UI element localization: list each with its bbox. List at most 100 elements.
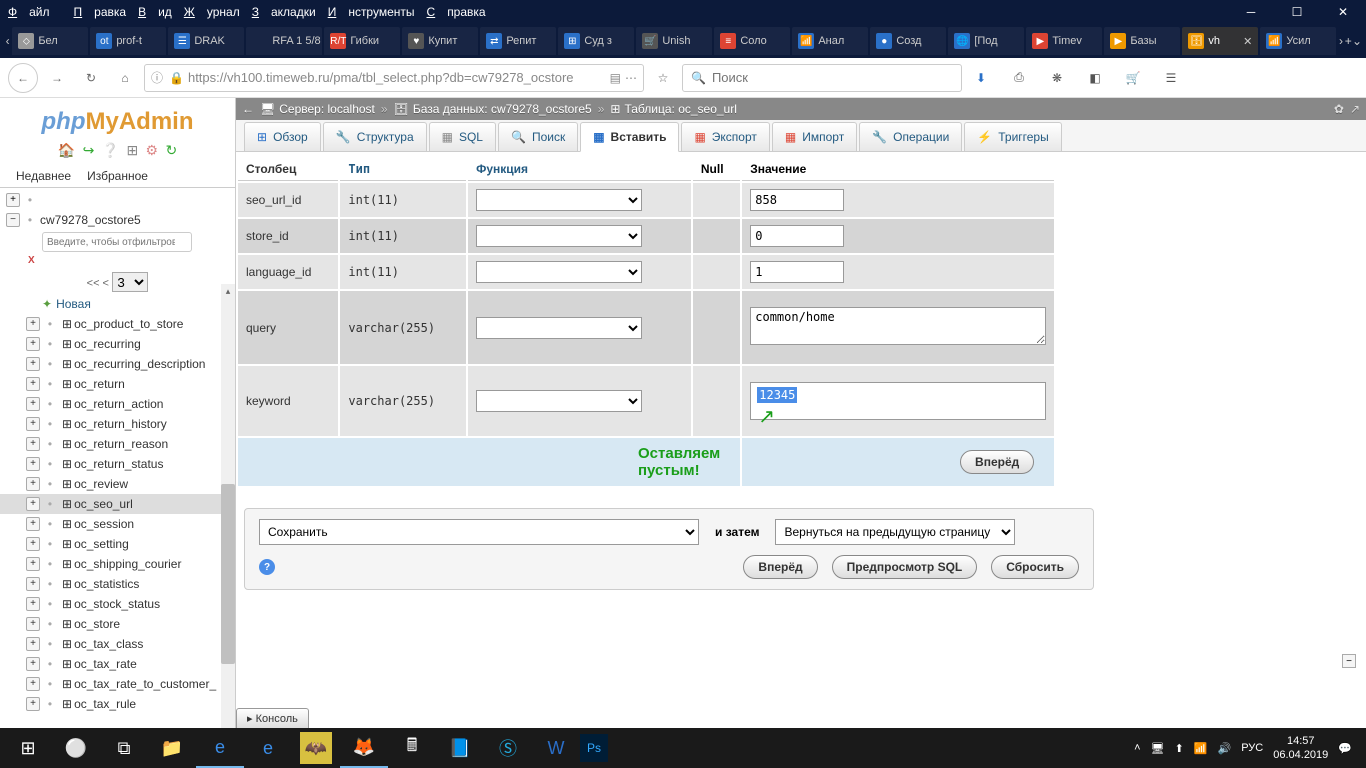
home-icon[interactable]: 🏠 xyxy=(58,142,75,159)
save-action-select[interactable]: Сохранить xyxy=(259,519,699,545)
sidebar-table-item[interactable]: +•⊞oc_tax_rate_to_customer_ xyxy=(0,674,235,694)
bc-server-value[interactable]: localhost xyxy=(328,102,375,116)
preview-sql-button[interactable]: Предпросмотр SQL xyxy=(832,555,978,579)
plus-icon[interactable]: + xyxy=(26,677,40,691)
minus-icon[interactable]: − xyxy=(6,213,20,227)
sidebar-table-item[interactable]: +•⊞oc_seo_url xyxy=(0,494,235,514)
sidebar-table-item[interactable]: +•⊞oc_shipping_courier xyxy=(0,554,235,574)
browser-tab[interactable]: RFA 1 5/8 xyxy=(246,27,322,55)
value-textarea[interactable]: 12345 xyxy=(750,382,1046,420)
favorites-tab[interactable]: Избранное xyxy=(79,165,156,187)
firefox-icon[interactable]: 🦊 xyxy=(340,728,388,768)
sql-icon[interactable]: ⊞ xyxy=(126,142,138,159)
search-bar[interactable]: 🔍 xyxy=(682,64,962,92)
sidebar-table-item[interactable]: +•⊞oc_recurring_description xyxy=(0,354,235,374)
browser-tab[interactable]: otprof-t xyxy=(90,27,166,55)
plus-icon[interactable]: + xyxy=(26,697,40,711)
menu-file[interactable]: Файл xyxy=(8,5,62,19)
page-settings-icon[interactable]: ✿ xyxy=(1334,102,1344,116)
plus-icon[interactable]: + xyxy=(26,417,40,431)
filter-clear-button[interactable]: X xyxy=(28,255,35,266)
recent-tab[interactable]: Недавнее xyxy=(8,165,79,187)
plus-icon[interactable]: + xyxy=(26,437,40,451)
th-type[interactable]: Тип xyxy=(340,158,466,181)
sidebar-table-item[interactable]: +•⊞oc_return_action xyxy=(0,394,235,414)
pma-tab-Операции[interactable]: 🔧Операции xyxy=(859,122,962,151)
tray-network-icon[interactable]: ⬆ xyxy=(1175,742,1184,755)
value-textarea[interactable]: common/home xyxy=(750,307,1046,345)
function-select[interactable] xyxy=(476,261,642,283)
menu-bookmarks[interactable]: Закладки xyxy=(252,5,316,19)
logout-icon[interactable]: ↪ xyxy=(83,142,95,159)
pma-tab-Вставить[interactable]: ▦Вставить xyxy=(580,122,679,152)
hamburger-menu[interactable]: ☰ xyxy=(1156,63,1186,93)
tray-lang[interactable]: РУС xyxy=(1241,742,1263,754)
browser-tab[interactable]: 📶Усил xyxy=(1260,27,1336,55)
pma-tab-Поиск[interactable]: 🔍Поиск xyxy=(498,122,578,151)
browser-tab[interactable]: 📶Анал xyxy=(792,27,868,55)
browser-tab[interactable]: ▶Timev xyxy=(1026,27,1102,55)
plus-icon[interactable]: + xyxy=(26,517,40,531)
db-tree-item[interactable]: − • cw79278_ocstore5 xyxy=(0,210,235,230)
plus-icon[interactable]: + xyxy=(26,397,40,411)
browser-tab[interactable]: 🛒Unish xyxy=(636,27,712,55)
page-pin-icon[interactable]: ↗ xyxy=(1350,102,1360,116)
tray-monitor-icon[interactable]: 🖥 xyxy=(1151,742,1165,755)
plus-icon[interactable]: + xyxy=(26,537,40,551)
sidebar-table-item[interactable]: +•⊞oc_review xyxy=(0,474,235,494)
pager-prev[interactable]: << < xyxy=(87,278,109,290)
menu-view[interactable]: Вид xyxy=(138,5,172,19)
tab-close-icon[interactable]: ✕ xyxy=(1243,35,1252,48)
search-input[interactable] xyxy=(712,70,953,85)
tray-volume-icon[interactable]: 🔊 xyxy=(1218,742,1232,755)
search-button[interactable]: ⚪ xyxy=(52,728,100,768)
new-table-link[interactable]: ✦ Новая xyxy=(0,294,235,314)
url-more-icon[interactable]: ⋯ xyxy=(625,71,637,85)
menu-history[interactable]: Журнал xyxy=(184,5,240,19)
th-function[interactable]: Функция xyxy=(468,158,691,181)
sidebar-table-item[interactable]: +•⊞oc_stock_status xyxy=(0,594,235,614)
function-select[interactable] xyxy=(476,317,642,339)
browser-tab[interactable]: 🌐[Под xyxy=(948,27,1024,55)
home-button[interactable]: ⌂ xyxy=(110,63,140,93)
cog-icon[interactable]: ⚙ xyxy=(146,142,159,159)
plus-icon[interactable]: + xyxy=(26,577,40,591)
browser-tab[interactable]: ⬦Бел xyxy=(12,27,88,55)
bc-db-value[interactable]: cw79278_ocstore5 xyxy=(491,102,592,116)
url-bar[interactable]: ⓘ 🔒 ▤ ⋯ xyxy=(144,64,644,92)
addon-icon[interactable]: ❋ xyxy=(1042,63,1072,93)
plus-icon[interactable]: + xyxy=(26,377,40,391)
sidebar-table-item[interactable]: +•⊞oc_tax_rate xyxy=(0,654,235,674)
downloads-button[interactable]: ⬇ xyxy=(966,63,996,93)
file-explorer-icon[interactable]: 📁 xyxy=(148,728,196,768)
go-button[interactable]: Вперёд xyxy=(960,450,1034,474)
photoshop-icon[interactable]: Ps xyxy=(580,734,608,762)
collapse-button[interactable]: − xyxy=(1342,654,1356,668)
menu-help[interactable]: Справка xyxy=(427,5,486,19)
bc-table-value[interactable]: oc_seo_url xyxy=(678,102,737,116)
plus-icon[interactable]: + xyxy=(26,557,40,571)
plus-icon[interactable]: + xyxy=(26,637,40,651)
tray-notifications-icon[interactable]: 💬 xyxy=(1338,742,1352,755)
plus-icon[interactable]: + xyxy=(26,477,40,491)
breadcrumb-toggle[interactable]: ← xyxy=(242,102,254,116)
sidebar-table-item[interactable]: +•⊞oc_store xyxy=(0,614,235,634)
task-view-button[interactable]: ⧉ xyxy=(100,728,148,768)
pma-tab-SQL[interactable]: ▦SQL xyxy=(429,122,496,151)
window-maximize-button[interactable]: ☐ xyxy=(1274,0,1320,24)
sidebar-scrollbar[interactable]: ▴ ▾ xyxy=(221,284,235,728)
pma-tab-Экспорт[interactable]: ▦Экспорт xyxy=(681,122,769,151)
function-select[interactable] xyxy=(476,390,642,412)
sidebar-table-item[interactable]: +•⊞oc_return_status xyxy=(0,454,235,474)
url-input[interactable] xyxy=(188,70,606,85)
pma-tab-Структура[interactable]: 🔧Структура xyxy=(323,122,427,151)
value-input[interactable] xyxy=(750,225,844,247)
info-icon[interactable]: ⓘ xyxy=(151,69,163,86)
plus-icon[interactable]: + xyxy=(26,357,40,371)
browser-tab[interactable]: ⊞Суд з xyxy=(558,27,634,55)
sidebar-table-item[interactable]: +•⊞oc_tax_rule xyxy=(0,694,235,714)
app-icon-1[interactable]: 🦇 xyxy=(300,732,332,764)
sidebar-table-item[interactable]: +•⊞oc_session xyxy=(0,514,235,534)
console-tab[interactable]: ▸ Консоль xyxy=(236,708,309,728)
table-filter-input[interactable] xyxy=(42,232,192,252)
